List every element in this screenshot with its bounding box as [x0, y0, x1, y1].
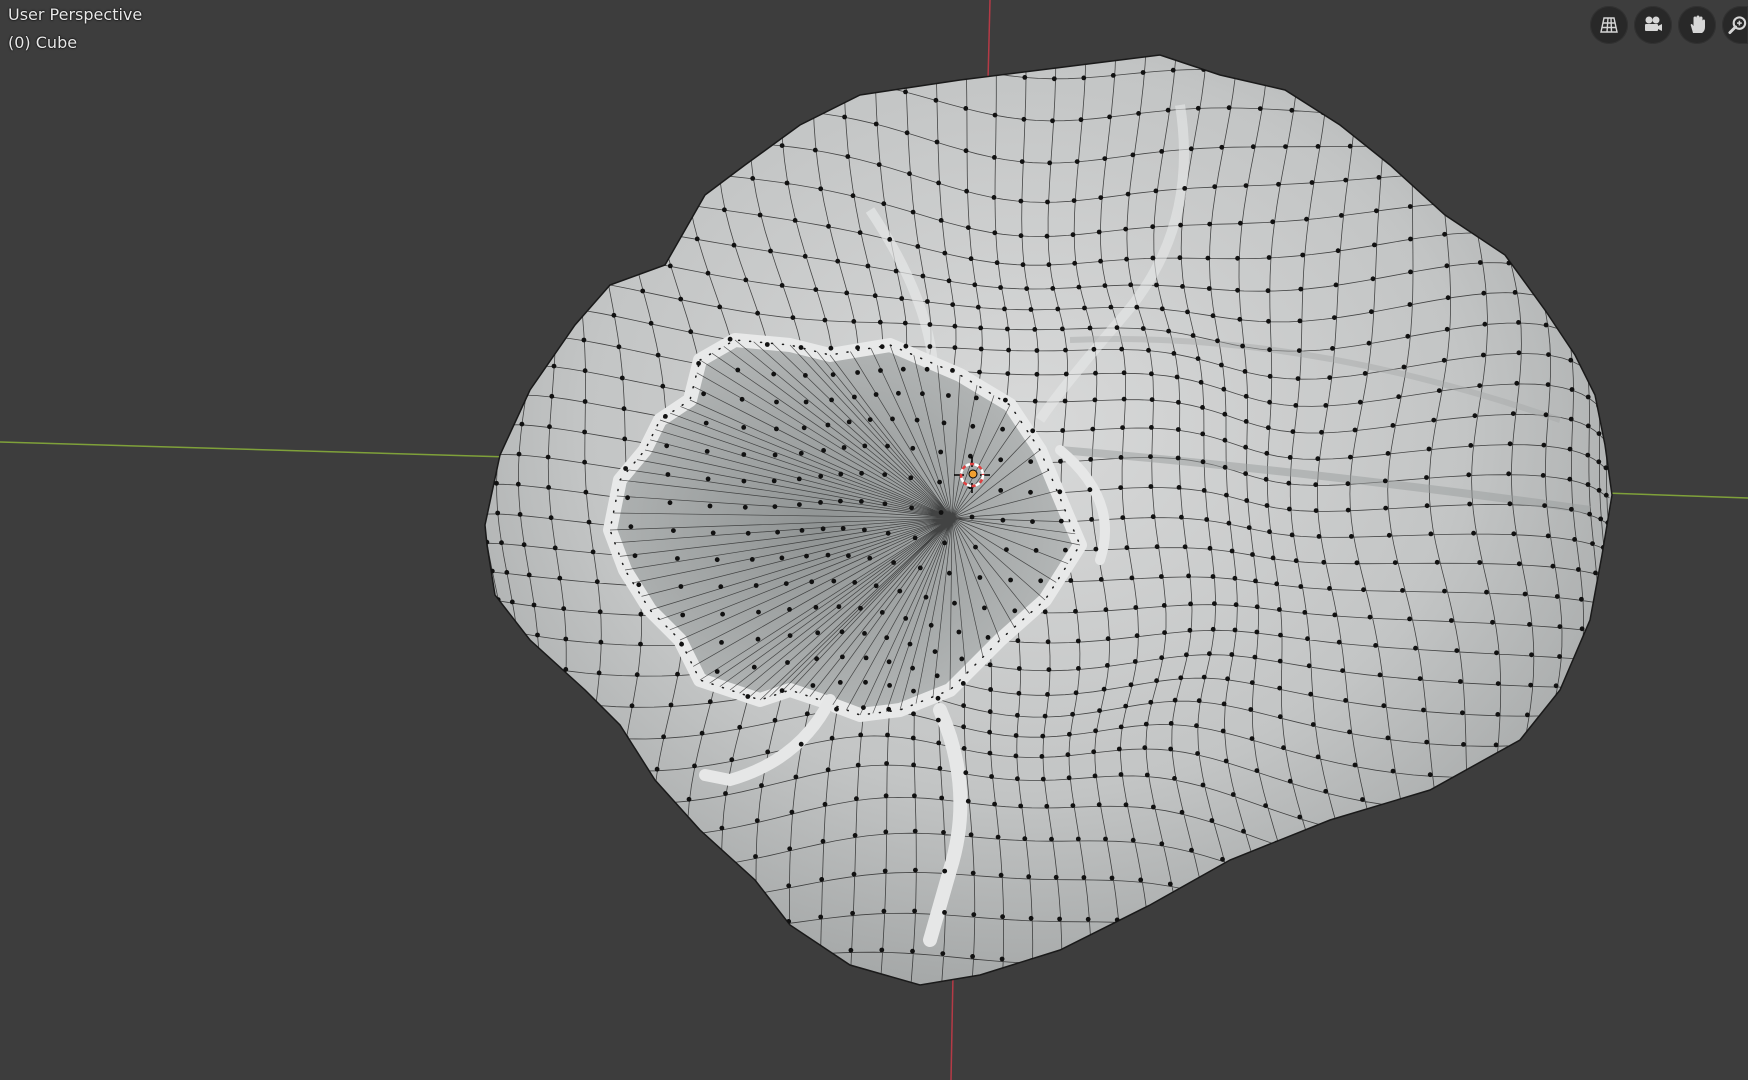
3d-viewport[interactable]: User Perspective (0) Cube: [0, 0, 1748, 1080]
navigation-gizmo-bar: [1590, 6, 1748, 46]
toggle-camera-view-button[interactable]: [1590, 6, 1628, 44]
object-origin-point: [968, 469, 978, 479]
active-object-label: (0) Cube: [8, 33, 78, 52]
camera-icon: [1645, 16, 1662, 31]
hand-icon: [1690, 15, 1705, 33]
x-axis-line-right: [1604, 492, 1748, 499]
zoom-view-button[interactable]: [1722, 6, 1748, 44]
perspective-grid-icon: [1600, 17, 1618, 33]
view-name-label: User Perspective: [8, 5, 143, 24]
y-axis-line: [987, 0, 991, 81]
viewport-scene[interactable]: [0, 0, 1748, 1080]
cube-mesh-object[interactable]: [459, 0, 1717, 1080]
camera-view-button[interactable]: [1634, 6, 1672, 44]
zoom-icon: [1728, 16, 1747, 35]
y-axis-line-bottom: [950, 974, 954, 1080]
x-axis-line: [0, 441, 511, 458]
pan-view-button[interactable]: [1678, 6, 1716, 44]
